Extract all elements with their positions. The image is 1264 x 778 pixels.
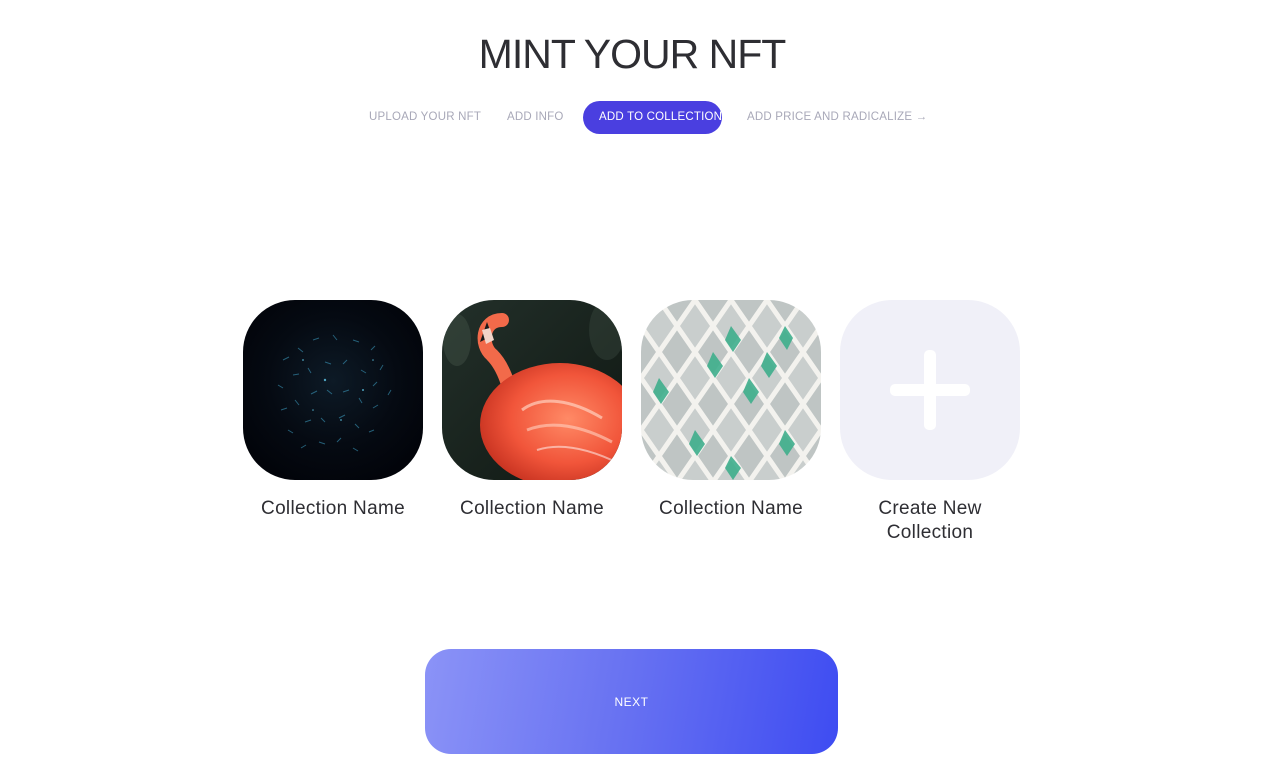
step-add-info[interactable]: ADD INFO — [507, 101, 564, 134]
collection-name: Collection Name — [261, 498, 405, 519]
collection-thumbnail-lattice — [641, 300, 821, 480]
collection-thumbnail-flamingo — [442, 300, 622, 480]
flamingo-photo — [442, 300, 622, 480]
create-new-collection-tile — [840, 300, 1020, 480]
dark-particle-artwork — [243, 300, 423, 480]
step-navigation: UPLOAD YOUR NFT ADD INFO ADD TO COLLECTI… — [0, 101, 1264, 134]
step-add-to-collection[interactable]: ADD TO COLLECTION — [583, 101, 722, 134]
step-upload-your-nft[interactable]: UPLOAD YOUR NFT — [369, 101, 481, 134]
collection-name: Collection Name — [460, 498, 604, 519]
create-new-collection-label: Create New Collection — [878, 498, 982, 543]
page-title: MINT YOUR NFT — [478, 31, 787, 77]
next-button[interactable]: NEXT — [425, 649, 838, 754]
diamond-lattice-facade — [641, 300, 821, 480]
collection-card[interactable]: Collection Name — [243, 300, 423, 521]
collection-name: Collection Name — [659, 498, 803, 519]
step-add-price-and-radicalize[interactable]: ADD PRICE AND RADICALIZE → — [747, 101, 927, 134]
collection-card[interactable]: Collection Name — [641, 300, 821, 521]
create-new-collection-card[interactable]: Create New Collection — [840, 300, 1020, 545]
collection-thumbnail-dark-particles — [243, 300, 423, 480]
plus-icon — [890, 350, 970, 430]
collection-card[interactable]: Collection Name — [442, 300, 622, 521]
